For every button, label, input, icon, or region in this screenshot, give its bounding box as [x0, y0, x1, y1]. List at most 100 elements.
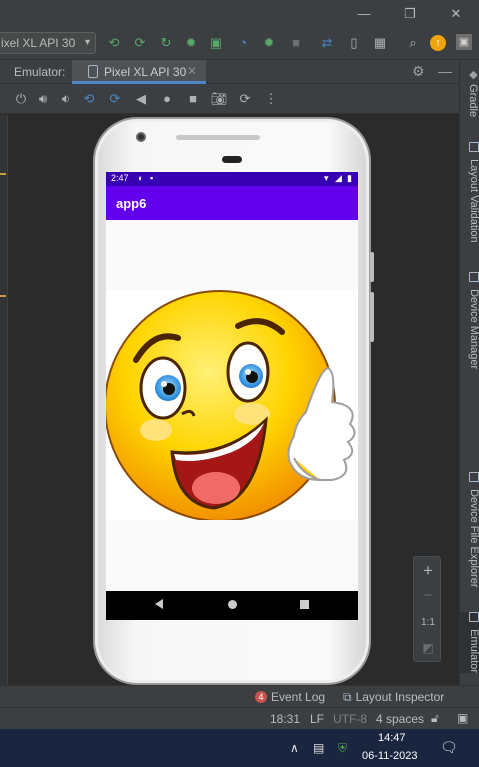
network-icon[interactable]: ▤: [313, 741, 324, 755]
coverage-icon[interactable]: ▣: [207, 34, 225, 52]
zoom-out-button[interactable]: −: [414, 587, 442, 604]
emulator-tab[interactable]: Emulator: [460, 612, 479, 674]
hide-icon[interactable]: —: [438, 63, 452, 79]
phone-screen[interactable]: 2:47 ◐ ▪ ▾ ◢ ▮ app6: [106, 172, 358, 620]
maximize-button[interactable]: ❐: [387, 0, 433, 28]
layout-validation-icon: [469, 142, 479, 152]
status-time: 2:47: [111, 173, 129, 183]
debug-icon[interactable]: ✹: [182, 34, 200, 52]
chevron-up-icon[interactable]: ∧: [290, 741, 299, 755]
clock-date[interactable]: 06-11-2023: [362, 750, 417, 762]
nav-home-icon[interactable]: [228, 600, 237, 609]
close-tab-icon[interactable]: ✕: [187, 64, 197, 78]
notification-icon[interactable]: 🗨︎: [440, 739, 458, 756]
device-manager-icon: [469, 272, 479, 282]
clock-time[interactable]: 14:47: [378, 732, 406, 744]
minimize-button[interactable]: —: [341, 0, 387, 28]
rotate-left-icon[interactable]: ⟲: [80, 90, 98, 108]
smiley-thumbs-up-icon: [106, 290, 356, 522]
power-icon[interactable]: ⏻: [12, 90, 30, 108]
device-manager-label: Device Manager: [468, 289, 479, 370]
file-explorer-icon: [469, 472, 479, 482]
phone-volume-button: [370, 292, 374, 342]
android-status-bar: 2:47 ◐ ▪ ▾ ◢ ▮: [106, 172, 358, 186]
update-icon[interactable]: ↑: [430, 35, 446, 51]
phone-power-button: [370, 252, 374, 282]
app-title: app6: [116, 196, 147, 211]
fit-screen-icon[interactable]: ◩: [414, 641, 442, 655]
profile-icon[interactable]: ◔: [234, 34, 252, 52]
caret-position[interactable]: 18:31: [270, 712, 300, 726]
sync-project-icon[interactable]: ⇄: [318, 34, 336, 52]
battery-icon: ▮: [347, 173, 352, 183]
android-nav-bar: [106, 591, 358, 620]
home-icon[interactable]: ●: [158, 90, 176, 108]
layout-inspector-button[interactable]: ⧉ Layout Inspector: [343, 690, 444, 705]
layout-inspector-icon: ⧉: [343, 690, 352, 704]
file-encoding[interactable]: UTF-8: [333, 712, 367, 726]
device-selector-label: ixel XL API 30: [1, 36, 76, 50]
rerun-icon[interactable]: ↻: [157, 34, 175, 52]
lock-icon[interactable]: 🔓︎: [431, 711, 439, 726]
layout-validation-tab[interactable]: Layout Validation: [460, 142, 479, 243]
wifi-icon: ▾: [324, 173, 329, 183]
volume-up-icon[interactable]: 🔊︎: [34, 90, 52, 108]
sdk-manager-icon[interactable]: ▦: [371, 34, 389, 52]
device-manager-tab[interactable]: Device Manager: [460, 272, 479, 369]
emulator-title: Emulator:: [14, 65, 66, 79]
close-window-button[interactable]: ✕: [433, 0, 479, 28]
search-icon[interactable]: ⌕: [404, 34, 422, 52]
gradle-label: Gradle: [467, 84, 479, 118]
rotate-right-icon[interactable]: ⟳: [106, 90, 124, 108]
zoom-in-button[interactable]: +: [414, 561, 442, 581]
emulator-icon: [469, 612, 479, 622]
indent-setting[interactable]: 4 spaces: [376, 712, 424, 726]
gear-icon[interactable]: ⚙: [412, 63, 425, 80]
device-manager-icon[interactable]: ▯: [345, 34, 363, 52]
layout-validation-label: Layout Validation: [468, 159, 479, 243]
layout-inspector-label: Layout Inspector: [355, 690, 445, 704]
actual-size-button[interactable]: 1:1: [414, 617, 442, 628]
android-studio-window: — ❐ ✕ ixel XL API 30 ▾ ⟲ ⟳ ↻ ✹ ▣ ◔ ✹ ■ ⇄…: [0, 0, 479, 767]
ide-status-bar: 18:31 LF UTF-8 4 spaces 🔓︎ ▣: [0, 707, 479, 729]
memory-indicator-icon[interactable]: ▣: [457, 711, 468, 725]
emulator-header: Emulator: Pixel XL API 30 ✕ ⚙ —: [0, 60, 459, 84]
tab-pixel-xl-api-30[interactable]: Pixel XL API 30 ✕: [72, 60, 206, 84]
account-icon[interactable]: ▣: [456, 34, 472, 50]
tab-label: Pixel XL API 30: [104, 65, 187, 79]
attach-debugger-icon[interactable]: ✹: [260, 34, 278, 52]
device-file-explorer-tab[interactable]: Device File Explorer: [460, 472, 479, 587]
back-icon[interactable]: ◀: [132, 90, 150, 108]
phone-speaker: [176, 135, 260, 140]
line-separator[interactable]: LF: [310, 712, 324, 726]
phone-camera: [136, 132, 146, 142]
emulator-controls: ⏻ 🔊︎ 🔉︎ ⟲ ⟳ ◀ ● ■ 📷︎ ⟳ ⋮: [0, 84, 459, 114]
snapshot-icon[interactable]: ⟳: [236, 90, 254, 108]
nav-back-icon[interactable]: [155, 599, 163, 609]
more-icon[interactable]: ⋮: [262, 90, 280, 108]
stop-icon[interactable]: ■: [287, 34, 305, 52]
overview-icon[interactable]: ■: [184, 90, 202, 108]
main-toolbar: ixel XL API 30 ▾ ⟲ ⟳ ↻ ✹ ▣ ◔ ✹ ■ ⇄ ▯ ▦ ⌕…: [0, 28, 479, 60]
emulator-label: Emulator: [468, 629, 479, 674]
signal-icon: ◢: [335, 173, 342, 183]
device-icon: [88, 65, 98, 78]
marker: [0, 295, 6, 297]
camera-icon[interactable]: 📷︎: [210, 90, 228, 108]
nav-overview-icon[interactable]: [300, 600, 309, 609]
device-file-explorer-label: Device File Explorer: [468, 489, 479, 588]
event-log-button[interactable]: 4 Event Log: [255, 690, 325, 704]
phone-sensor: [222, 156, 242, 163]
apply-changes-icon[interactable]: ⟲: [105, 34, 123, 52]
zoom-controls: + − 1:1 ◩: [413, 556, 441, 662]
gradle-tab[interactable]: ◆ Gradle: [460, 68, 479, 117]
volume-down-icon[interactable]: 🔉︎: [57, 90, 75, 108]
windows-taskbar: ∧ ▤ ⛨ 14:47 06-11-2023 🗨︎: [0, 729, 479, 767]
title-bar: — ❐ ✕: [0, 0, 479, 28]
bottom-tool-bar: 4 Event Log ⧉ Layout Inspector: [0, 685, 479, 707]
device-selector[interactable]: ixel XL API 30 ▾: [0, 32, 96, 54]
sd-card-icon: ▪: [150, 173, 154, 183]
event-log-label: Event Log: [271, 690, 326, 704]
security-shield-icon[interactable]: ⛨: [338, 741, 347, 756]
apply-code-changes-icon[interactable]: ⟳: [131, 34, 149, 52]
